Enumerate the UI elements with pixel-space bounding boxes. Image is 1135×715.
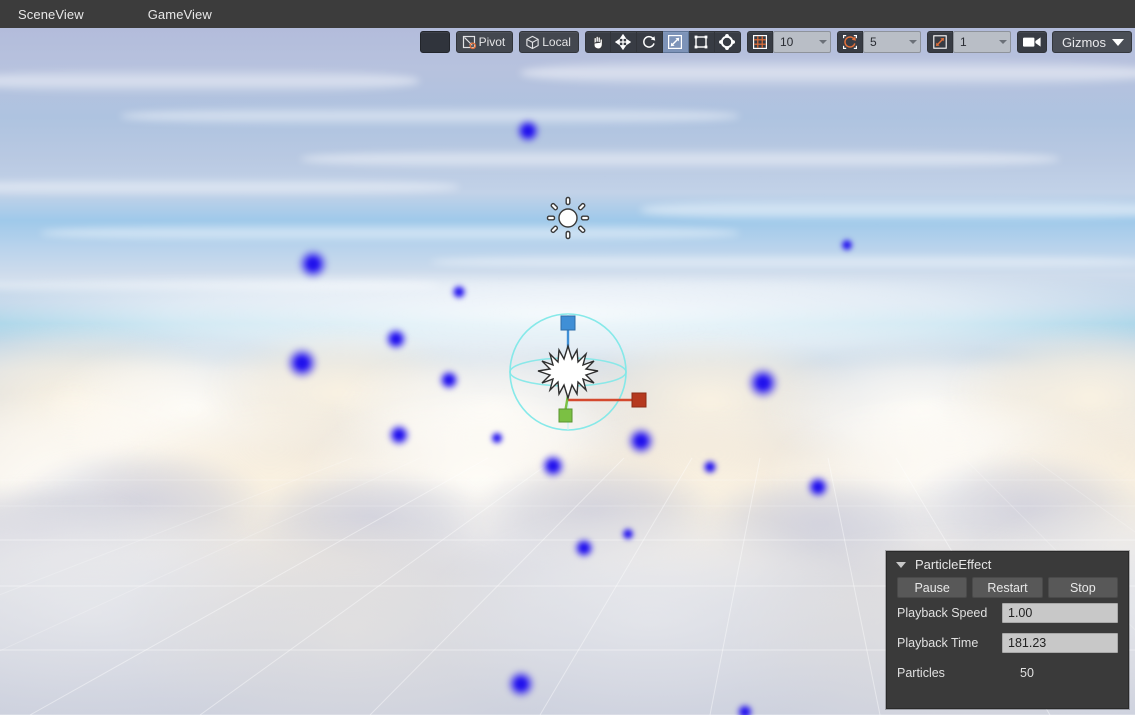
scale-icon <box>668 35 683 50</box>
camera-button[interactable] <box>1016 31 1047 53</box>
rect-tool-button[interactable] <box>688 31 715 53</box>
particle-dot <box>625 425 657 457</box>
tab-gameview[interactable]: GameView <box>138 0 222 28</box>
scene-toolbar: Pivot Local 10 5 1 Gizmos <box>0 28 1135 56</box>
tab-sceneview[interactable]: SceneView <box>8 0 94 28</box>
grid-snap-button[interactable] <box>746 31 773 53</box>
particle-effect-header[interactable]: ParticleEffect <box>887 552 1128 577</box>
rotate-snap-group: 5 <box>836 31 921 53</box>
orientation-label: Local <box>542 35 571 49</box>
playback-speed-value: 1.00 <box>1008 606 1033 620</box>
tab-sceneview-label: SceneView <box>18 6 84 22</box>
particle-dot <box>744 364 782 402</box>
move-tool-button[interactable] <box>610 31 637 53</box>
transform-tools-group <box>584 31 741 53</box>
chevron-down-icon[interactable] <box>908 40 917 44</box>
scale-snap-icon <box>933 35 947 49</box>
pivot-toggle-button[interactable]: Pivot <box>455 31 514 53</box>
particle-dot <box>805 474 831 500</box>
particle-dot <box>283 344 321 382</box>
scale-snap-field[interactable]: 1 <box>952 31 1011 53</box>
foldout-triangle-icon[interactable] <box>896 561 906 568</box>
playback-time-row: Playback Time 181.23 <box>887 628 1128 658</box>
particle-dot <box>839 237 855 253</box>
gizmos-dropdown[interactable]: Gizmos <box>1051 31 1132 53</box>
rotate-snap-value: 5 <box>869 35 877 49</box>
particle-effect-panel: ParticleEffect Pause Restart Stop Playba… <box>886 551 1129 709</box>
scale-snap-button[interactable] <box>926 31 953 53</box>
playback-time-value: 181.23 <box>1008 636 1047 650</box>
stop-button-label: Stop <box>1069 580 1096 595</box>
chevron-down-icon <box>1112 38 1124 46</box>
playback-time-input[interactable]: 181.23 <box>1002 633 1118 653</box>
rotate-snap-button[interactable] <box>836 31 863 53</box>
particle-effect-title: ParticleEffect <box>915 557 992 572</box>
camera-icon <box>1022 37 1041 47</box>
particles-value: 50 <box>1020 666 1034 680</box>
cube-icon <box>526 35 539 49</box>
rotate-icon <box>643 35 656 48</box>
rotate-tool-button[interactable] <box>636 31 663 53</box>
chevron-down-icon[interactable] <box>998 40 1007 44</box>
draw-mode-swatch[interactable] <box>419 31 450 53</box>
rotate-snap-field[interactable]: 5 <box>862 31 921 53</box>
grid-snap-group: 10 <box>746 31 831 53</box>
grid-snap-value: 10 <box>779 35 794 49</box>
particles-count-row: Particles 50 <box>887 658 1128 688</box>
particle-dot <box>700 457 720 477</box>
particle-dot <box>572 536 596 560</box>
restart-button-label: Restart <box>987 580 1028 595</box>
particle-dot <box>489 430 505 446</box>
grid-snap-icon <box>752 35 767 50</box>
particle-dot <box>505 668 537 700</box>
playback-time-label: Playback Time <box>897 636 979 650</box>
playback-button-row: Pause Restart Stop <box>887 577 1128 598</box>
orientation-toggle-button[interactable]: Local <box>519 31 579 53</box>
pivot-label: Pivot <box>478 35 506 49</box>
grid-snap-field[interactable]: 10 <box>772 31 831 53</box>
transform-icon <box>719 34 736 50</box>
scale-snap-value: 1 <box>959 35 967 49</box>
tab-gameview-label: GameView <box>147 6 212 22</box>
view-tab-bar: SceneView GameView <box>0 0 1135 28</box>
pause-button-label: Pause <box>914 580 950 595</box>
gizmos-label: Gizmos <box>1061 34 1106 50</box>
restart-button[interactable]: Restart <box>972 577 1043 598</box>
playback-speed-row: Playback Speed 1.00 <box>887 598 1128 628</box>
particle-dot <box>383 326 409 352</box>
particle-dot <box>449 282 469 302</box>
playback-speed-label: Playback Speed <box>897 606 988 620</box>
stop-button[interactable]: Stop <box>1047 577 1118 598</box>
particles-label: Particles <box>897 666 945 680</box>
chevron-down-icon[interactable] <box>818 40 827 44</box>
unity-scene-window: SceneView GameView Pivot Local 10 5 1 Gi… <box>0 0 1135 715</box>
rect-icon <box>695 35 708 49</box>
particle-dot <box>386 422 412 448</box>
particle-dot <box>437 368 461 392</box>
playback-speed-input[interactable]: 1.00 <box>1002 603 1118 623</box>
particle-dot <box>296 247 330 281</box>
hand-icon <box>593 36 603 50</box>
rotate-snap-icon <box>842 35 857 49</box>
hand-tool-button[interactable] <box>584 31 611 53</box>
transform-tool-button[interactable] <box>714 31 741 53</box>
scale-tool-button[interactable] <box>662 31 689 53</box>
pause-button[interactable]: Pause <box>897 577 968 598</box>
move-icon <box>615 34 632 50</box>
pivot-icon <box>462 35 476 49</box>
scale-snap-group: 1 <box>926 31 1011 53</box>
particle-dot <box>620 526 636 542</box>
